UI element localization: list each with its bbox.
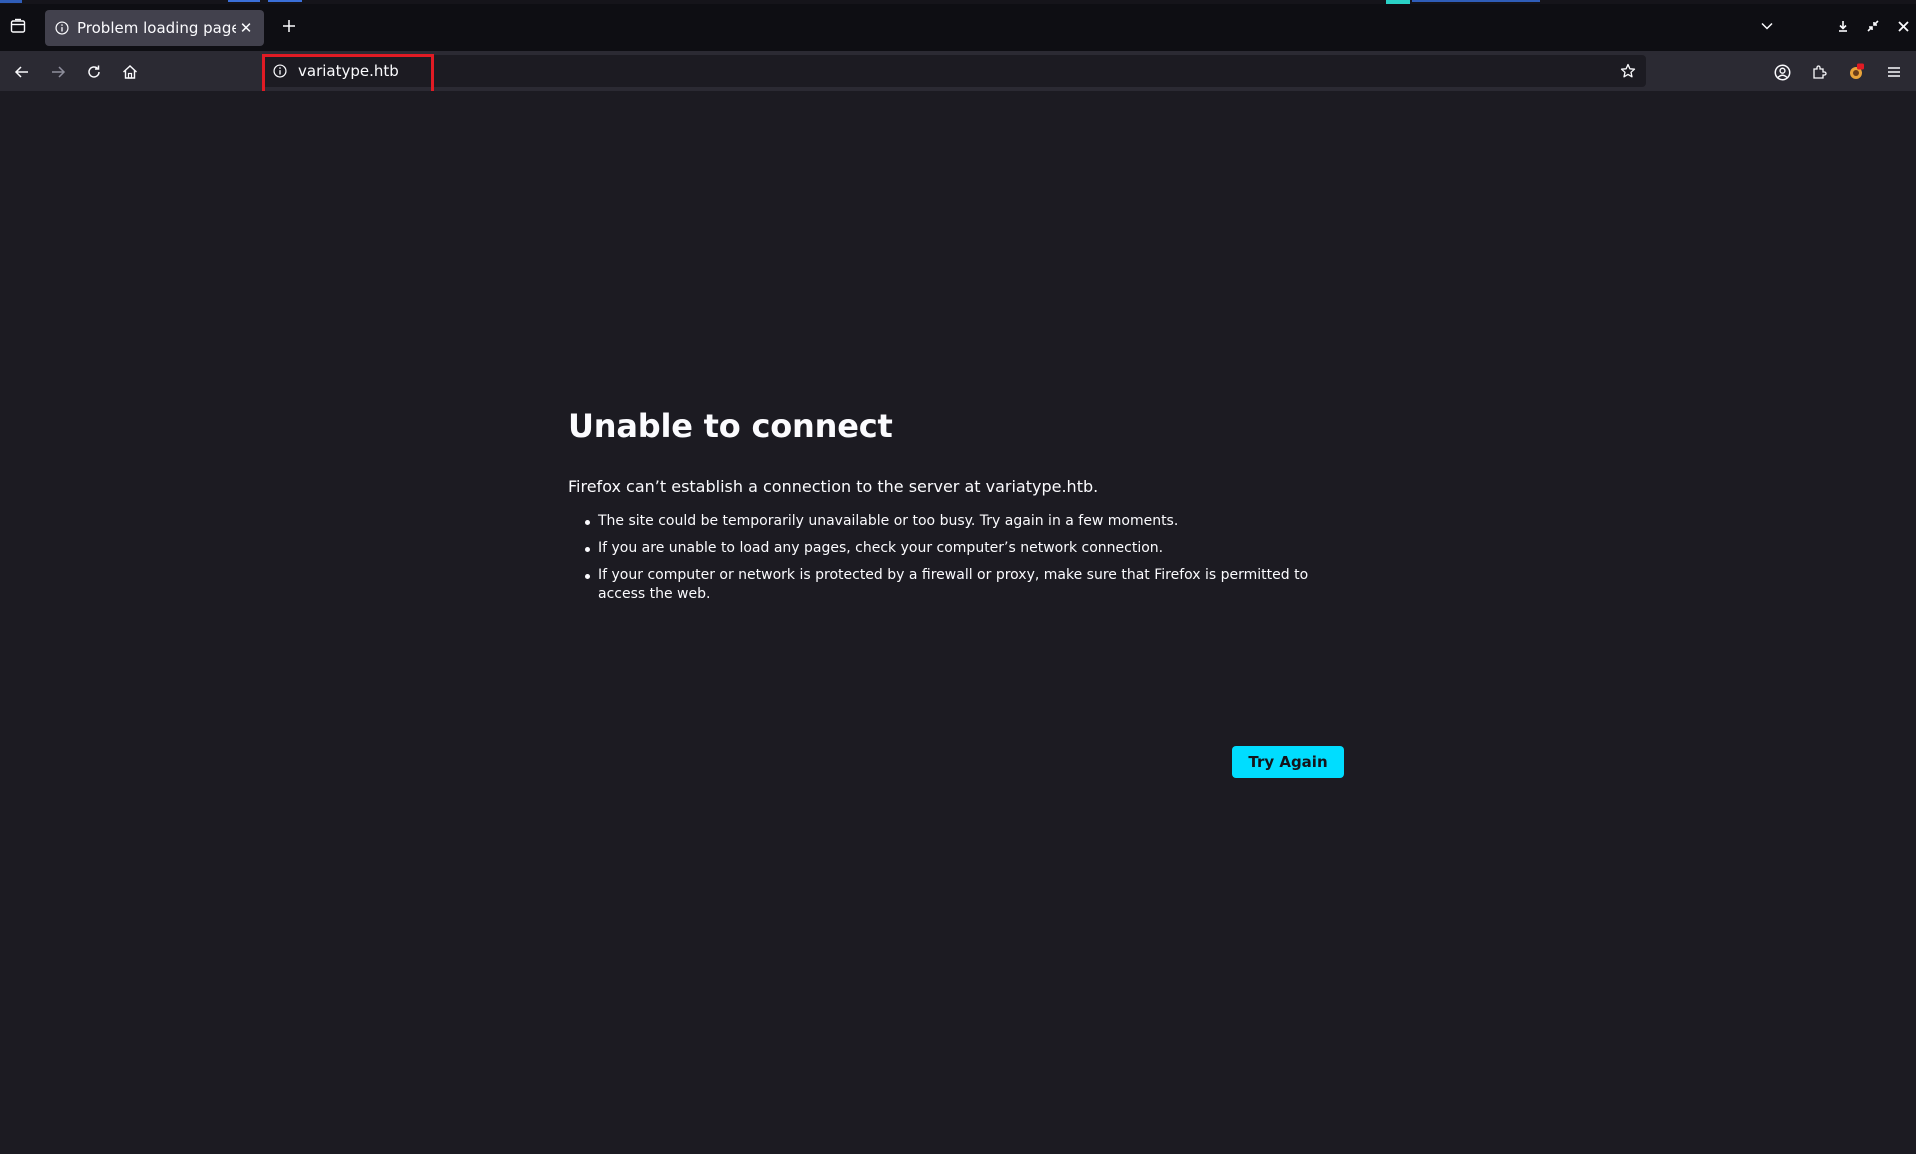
plus-icon [283,20,295,32]
arrow-right-icon [52,66,66,78]
tab-close-button[interactable]: ✕ [236,18,256,38]
tab-strip: Problem loading page ✕ [0,0,1916,51]
top-decoration-line [0,0,22,3]
info-icon[interactable] [272,63,288,79]
top-decoration [0,0,1916,4]
close-icon: ✕ [239,19,253,37]
list-item: If you are unable to load any pages, che… [568,539,1344,558]
restore-icon [1867,20,1879,32]
reload-icon [88,65,100,78]
tab-list-button[interactable] [6,14,30,38]
top-decoration-line [268,0,302,2]
url-text[interactable]: variatype.htb [298,62,399,80]
home-icon [123,65,137,79]
tab-problem-loading-page[interactable]: Problem loading page ✕ [45,10,264,46]
star-icon[interactable] [1618,61,1638,81]
error-container: Unable to connect Firefox can’t establis… [568,407,1344,612]
extension-button[interactable] [1843,59,1869,85]
home-button[interactable] [117,59,143,85]
try-again-button[interactable]: Try Again [1232,746,1344,778]
top-decoration-line [1386,0,1410,4]
account-icon [1774,64,1790,80]
error-title: Unable to connect [568,407,893,445]
error-suggestions: The site could be temporarily unavailabl… [568,512,1344,604]
error-description: Firefox can’t establish a connection to … [568,477,1099,496]
chevron-down-icon [1761,22,1773,30]
url-bar[interactable]: variatype.htb [262,55,1646,87]
app-menu-button[interactable] [1881,59,1907,85]
top-decoration-line [228,0,260,2]
tab-list-icon [10,18,26,33]
list-item: If your computer or network is protected… [568,566,1344,604]
extension-badge-icon [1850,63,1864,79]
close-window-button[interactable] [1893,16,1913,36]
close-icon [1897,20,1909,32]
arrow-left-icon [14,66,28,78]
list-item: The site could be temporarily unavailabl… [568,512,1344,531]
restore-button[interactable] [1863,16,1883,36]
account-button[interactable] [1769,59,1795,85]
top-decoration-line [1412,0,1540,2]
puzzle-icon [1813,65,1827,79]
extensions-button[interactable] [1806,59,1832,85]
back-button[interactable] [9,59,35,85]
hamburger-menu-icon [1888,67,1900,77]
page-content [0,91,1916,1154]
info-icon [54,20,70,36]
list-all-tabs-button[interactable] [1757,16,1777,36]
tab-title: Problem loading page [77,19,236,37]
forward-button[interactable] [45,59,71,85]
reload-button[interactable] [81,59,107,85]
minimize-button[interactable] [1833,16,1853,36]
minimize-icon [1839,21,1847,32]
new-tab-button[interactable] [277,14,301,38]
